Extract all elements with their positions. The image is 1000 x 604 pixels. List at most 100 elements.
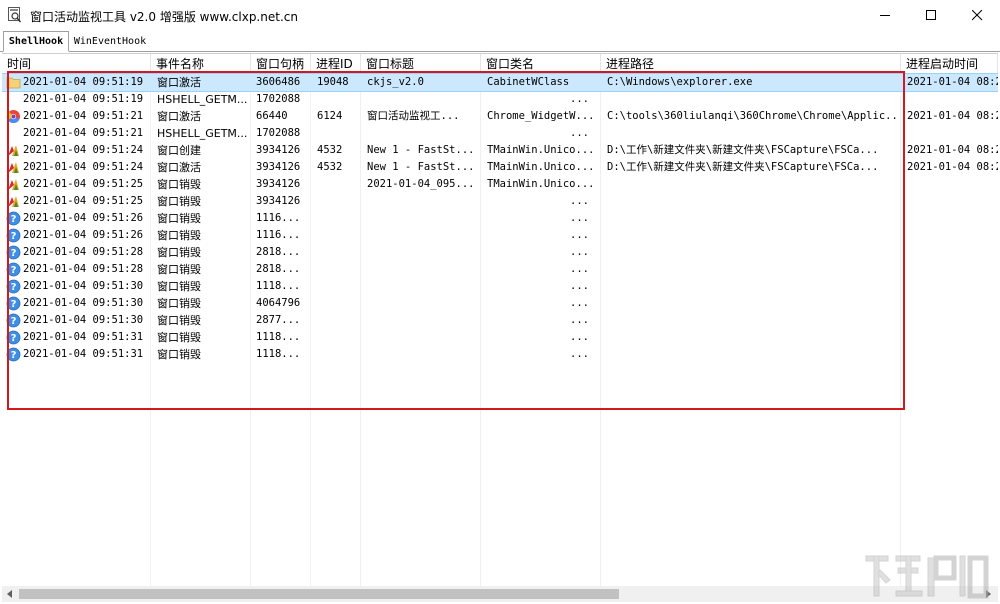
cell-time: 2021-01-04 09:51:26 — [23, 229, 144, 241]
cell-time: 2021-01-04 09:51:25 — [23, 195, 144, 207]
column-header-event[interactable]: 事件名称 — [151, 54, 251, 73]
cell-path — [607, 329, 899, 346]
column-header-title[interactable]: 窗口标题 — [361, 54, 481, 73]
horizontal-scrollbar[interactable] — [2, 586, 998, 602]
help-icon: ? — [6, 330, 21, 345]
cell-event: 窗口激活 — [157, 110, 201, 123]
cell-start-time — [907, 210, 998, 227]
table-row[interactable]: ? 2021-01-04 09:51:30 窗口销毁 2877...... — [2, 312, 998, 329]
cell-start-time — [907, 227, 998, 244]
cell-pid: 4532 — [317, 144, 343, 156]
cell-class: ... — [570, 348, 589, 360]
magnifier-window-icon — [8, 7, 22, 23]
table-row[interactable]: 2021-01-04 09:51:21 窗口激活 66440 6124 窗口活动监视工.… — [2, 108, 998, 125]
cell-event: 窗口创建 — [157, 144, 201, 157]
maximize-button[interactable] — [908, 0, 954, 31]
table-row[interactable]: ? 2021-01-04 09:51:26 窗口销毁 1116...... — [2, 227, 998, 244]
table-row[interactable]: ? 2021-01-04 09:51:31 窗口销毁 1118...... — [2, 346, 998, 363]
table-row[interactable]: ? 2021-01-04 09:51:28 窗口销毁 2818...... — [2, 261, 998, 278]
cell-time: 2021-01-04 09:51:24 — [23, 144, 144, 156]
table-row[interactable]: ? 2021-01-04 09:51:30 窗口销毁 4064796... — [2, 295, 998, 312]
cell-handle: 4064796 — [256, 297, 301, 309]
cell-event: 窗口激活 — [157, 161, 201, 174]
cell-class: ... — [570, 263, 589, 275]
cell-start-time — [907, 91, 998, 108]
cell-class: TMainWin.Unico... — [487, 144, 595, 156]
browser-icon — [6, 109, 21, 124]
table-row[interactable]: ? 2021-01-04 09:51:31 窗口销毁 1118...... — [2, 329, 998, 346]
cell-title — [367, 312, 479, 329]
cell-time: 2021-01-04 09:51:30 — [23, 280, 144, 292]
cell-class: ... — [570, 280, 589, 292]
cell-time: 2021-01-04 09:51:31 — [23, 348, 144, 360]
cell-event: 窗口销毁 — [157, 178, 201, 191]
cell-time: 2021-01-04 09:51:19 — [23, 93, 144, 105]
fscapture-icon — [6, 160, 21, 175]
help-icon: ? — [6, 279, 21, 294]
table-row[interactable]: 2021-01-04 09:51:19 HSHELL_GETM... 1702088… — [2, 91, 998, 108]
cell-pid — [317, 244, 359, 261]
column-header-start-time[interactable]: 进程启动时间 — [901, 54, 998, 73]
cell-start-time — [907, 295, 998, 312]
cell-class: Chrome_WidgetW... — [487, 110, 595, 122]
table-row[interactable]: ? 2021-01-04 09:51:26 窗口销毁 1116...... — [2, 210, 998, 227]
tab-shellhook[interactable]: ShellHook — [3, 31, 69, 52]
cell-event: 窗口销毁 — [157, 246, 201, 259]
cell-event: HSHELL_GETM... — [157, 93, 248, 106]
title-bar: 窗口活动监视工具 v2.0 增强版 www.clxp.net.cn — [0, 0, 1000, 31]
cell-start-time — [907, 312, 998, 329]
svg-text:?: ? — [11, 282, 17, 293]
cell-pid — [317, 346, 359, 363]
cell-handle: 3934126 — [256, 178, 301, 190]
cell-start-time — [907, 244, 998, 261]
svg-text:?: ? — [11, 299, 17, 310]
svg-text:?: ? — [11, 265, 17, 276]
cell-class: ... — [570, 212, 589, 224]
help-icon: ? — [6, 211, 21, 226]
tab-wineventhook[interactable]: WinEventHook — [70, 33, 150, 50]
cell-handle: 3934126 — [256, 144, 301, 156]
table-row[interactable]: ? 2021-01-04 09:51:28 窗口销毁 2818...... — [2, 244, 998, 261]
svg-text:?: ? — [11, 231, 17, 242]
cell-pid — [317, 329, 359, 346]
table-row[interactable]: 2021-01-04 09:51:24 窗口激活 3934126 4532 New 1 … — [2, 159, 998, 176]
column-header-path[interactable]: 进程路径 — [601, 54, 901, 73]
cell-event: 窗口销毁 — [157, 195, 201, 208]
column-header-handle[interactable]: 窗口句柄 — [251, 54, 311, 73]
table-row[interactable]: 2021-01-04 09:51:25 窗口销毁 3934126 2021-01-04… — [2, 176, 998, 193]
minimize-icon — [879, 15, 890, 16]
column-header-pid[interactable]: 进程ID — [311, 54, 361, 73]
column-header-time[interactable]: 时间 — [2, 54, 151, 73]
table-row[interactable]: 2021-01-04 09:51:19 窗口激活 3606486 19048 ckjs_… — [2, 73, 998, 92]
table-row[interactable]: 2021-01-04 09:51:21 HSHELL_GETM... 1702088… — [2, 125, 998, 142]
cell-start-time: 2021-01-04 08:2 — [907, 76, 998, 88]
close-icon — [971, 10, 982, 21]
table-row[interactable]: 2021-01-04 09:51:25 窗口销毁 3934126... — [2, 193, 998, 210]
event-list[interactable]: 时间 事件名称 窗口句柄 进程ID 窗口标题 窗口类名 进程路径 进程启动时间 … — [2, 53, 998, 587]
cell-event: 窗口销毁 — [157, 348, 201, 361]
cell-path — [607, 261, 899, 278]
cell-event: 窗口销毁 — [157, 331, 201, 344]
fscapture-icon — [6, 177, 21, 192]
cell-pid: 6124 — [317, 110, 343, 122]
column-header-class[interactable]: 窗口类名 — [481, 54, 601, 73]
scrollbar-thumb[interactable] — [19, 589, 619, 599]
cell-start-time: 2021-01-04 08:2 — [907, 144, 998, 156]
cell-start-time — [907, 346, 998, 363]
scroll-left-icon[interactable] — [6, 590, 14, 598]
cell-title: 窗口活动监视工... — [367, 110, 460, 122]
svg-text:?: ? — [11, 248, 17, 259]
table-row[interactable]: 2021-01-04 09:51:24 窗口创建 3934126 4532 New 1 … — [2, 142, 998, 159]
cell-class: CabinetWClass — [487, 76, 570, 88]
window-title: 窗口活动监视工具 v2.0 增强版 www.clxp.net.cn — [30, 10, 298, 24]
close-button[interactable] — [954, 0, 1000, 31]
cell-pid — [317, 312, 359, 329]
cell-time: 2021-01-04 09:51:21 — [23, 127, 144, 139]
cell-class: ... — [570, 127, 589, 139]
cell-path: C:\Windows\explorer.exe — [607, 76, 753, 88]
cell-title — [367, 329, 479, 346]
minimize-button[interactable] — [862, 0, 908, 31]
table-row[interactable]: ? 2021-01-04 09:51:30 窗口销毁 1118...... — [2, 278, 998, 295]
svg-text:?: ? — [11, 333, 17, 344]
cell-class: ... — [570, 297, 589, 309]
